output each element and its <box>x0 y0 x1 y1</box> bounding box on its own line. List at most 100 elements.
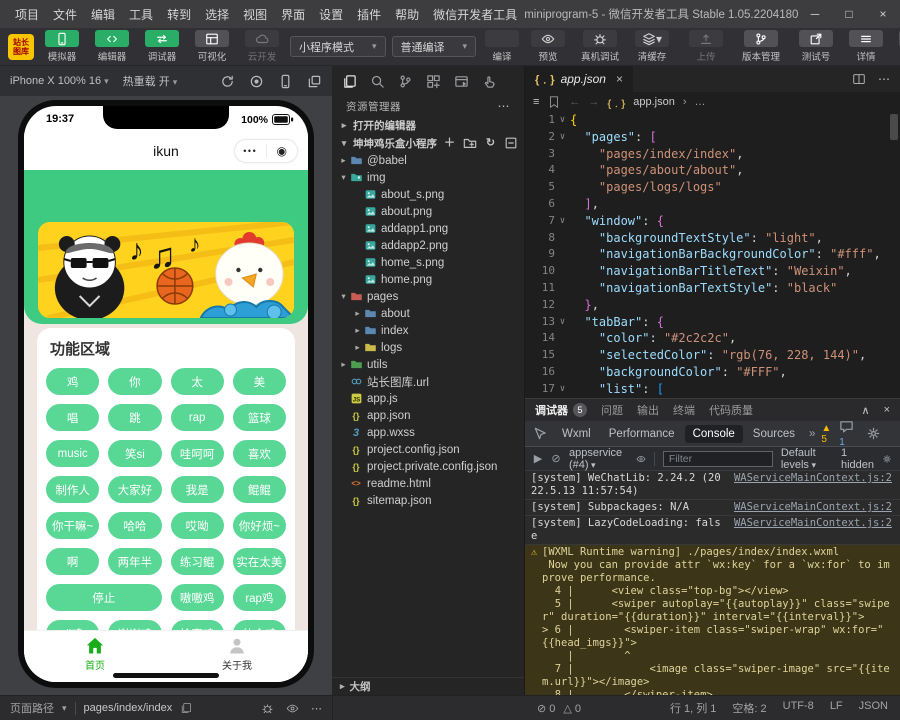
menubar-item[interactable]: 项目 <box>8 6 46 23</box>
minimize-button[interactable]: ─ <box>798 0 832 28</box>
toolbar-button-cloud-dev[interactable]: 云开发 <box>240 30 284 63</box>
tree-item[interactable]: {}project.private.config.json <box>332 458 524 475</box>
toolbar-button-visualization[interactable]: 可视化 <box>190 30 234 63</box>
toolbar-button-test-account[interactable]: 测试号 <box>794 30 838 63</box>
sound-button[interactable]: 哎呦 <box>171 512 224 539</box>
devtools-menu-icon[interactable]: ⋮ <box>893 427 900 441</box>
inspect-element-icon[interactable] <box>533 426 548 441</box>
tree-item[interactable]: 3app.wxss <box>332 424 524 441</box>
tree-item[interactable]: {}sitemap.json <box>332 492 524 509</box>
tree-item[interactable]: addapp2.png <box>332 237 524 254</box>
compile-mode-select[interactable]: 普通编译▾ <box>392 36 477 57</box>
tree-item[interactable]: {}app.json <box>332 407 524 424</box>
source-control-view-icon[interactable] <box>398 74 413 89</box>
popout-simulator-icon[interactable] <box>307 74 322 89</box>
sound-button[interactable]: 你干嘛~ <box>46 512 99 539</box>
sound-button[interactable]: 嗷嗷鸡 <box>171 584 224 611</box>
bookmark-icon[interactable] <box>547 95 561 109</box>
more-dots-icon[interactable]: ••• <box>235 146 266 156</box>
devtools-tab-sources[interactable]: Sources <box>745 425 803 443</box>
nav-back-icon[interactable]: ← <box>569 96 580 108</box>
menubar-item[interactable]: 帮助 <box>388 6 426 23</box>
fold-icon[interactable] <box>555 330 570 347</box>
tab-app-json[interactable]: {﹒} app.json × <box>525 66 634 92</box>
close-panel-icon[interactable]: × <box>884 404 890 417</box>
sound-button[interactable]: 美 <box>233 368 286 395</box>
menubar-item[interactable]: 微信开发者工具 <box>426 6 524 23</box>
toolbar-button-compile[interactable]: undefined编译 <box>482 30 522 63</box>
error-count[interactable]: ⊘ 0 <box>537 702 555 715</box>
tab-终端[interactable]: 终端 <box>673 402 695 418</box>
sound-button[interactable]: 实在太美 <box>233 548 286 575</box>
clear-console-icon[interactable]: ⊘ <box>551 452 561 466</box>
toolbar-button-messages[interactable]: 消息 <box>894 30 900 63</box>
hot-reload-toggle[interactable]: 热重载 开▾ <box>123 73 178 89</box>
status-segment[interactable]: 空格: 2 <box>732 700 766 716</box>
page-path-label[interactable]: 页面路径 <box>10 700 54 716</box>
fold-icon[interactable] <box>555 196 570 213</box>
tab-close-icon[interactable]: × <box>616 72 623 86</box>
toolbar-button-version-manage[interactable]: 版本管理 <box>734 30 788 63</box>
tab-代码质量[interactable]: 代码质量 <box>709 402 753 418</box>
split-editor-icon[interactable] <box>852 72 866 86</box>
devtools-tab-wxml[interactable]: Wxml <box>554 425 599 443</box>
banner-image[interactable]: ♪ ♫ ♪ <box>38 222 294 318</box>
tree-item[interactable]: ▸index <box>332 322 524 339</box>
sound-button[interactable]: 哇呵呵 <box>171 440 224 467</box>
sound-button[interactable]: 练习鲲 <box>171 548 224 575</box>
tree-item[interactable]: ▸utils <box>332 356 524 373</box>
devtools-tab-console[interactable]: Console <box>685 425 743 443</box>
tab-问题[interactable]: 问题 <box>601 402 623 418</box>
tabs-overflow-icon[interactable]: » <box>805 428 819 440</box>
code-editor[interactable]: 1∨{2∨ "pages": [3 "pages/index/index",4 … <box>525 112 900 398</box>
menubar-item[interactable]: 插件 <box>350 6 388 23</box>
page-path-value[interactable]: pages/index/index <box>84 702 173 714</box>
sound-button[interactable]: 大家好 <box>108 476 161 503</box>
menubar-item[interactable]: 选择 <box>198 6 236 23</box>
menubar-item[interactable]: 设置 <box>312 6 350 23</box>
fold-icon[interactable] <box>555 246 570 263</box>
copy-path-icon[interactable] <box>180 702 192 714</box>
fold-icon[interactable] <box>555 297 570 314</box>
sound-button[interactable]: 鲲鲲 <box>233 476 286 503</box>
mode-select[interactable]: 小程序模式▾ <box>290 36 386 57</box>
console-source-link[interactable]: WAServiceMainContext.js:2 <box>734 501 892 514</box>
status-segment[interactable]: UTF-8 <box>783 700 814 716</box>
outline-section[interactable]: ▸大纲 <box>332 677 524 695</box>
tree-item[interactable]: home_s.png <box>332 254 524 271</box>
fold-icon[interactable] <box>555 179 570 196</box>
toolbar-button-details[interactable]: 详情 <box>844 30 888 63</box>
explorer-view-icon[interactable] <box>342 74 357 89</box>
preview-view-icon[interactable] <box>454 74 469 89</box>
extensions-view-icon[interactable] <box>426 74 441 89</box>
device-selector[interactable]: iPhone X 100% 16▾ <box>10 75 109 87</box>
devtools-tab-performance[interactable]: Performance <box>601 425 683 443</box>
top-frame-icon[interactable]: ▶ <box>533 452 543 466</box>
fold-icon[interactable] <box>555 263 570 280</box>
tree-item[interactable]: {}project.config.json <box>332 441 524 458</box>
tab-debugger[interactable]: 调试器5 <box>535 402 587 418</box>
tree-item[interactable]: about.png <box>332 203 524 220</box>
menubar-item[interactable]: 编辑 <box>84 6 122 23</box>
fold-icon[interactable] <box>555 146 570 163</box>
outline-list-icon[interactable]: ≡ <box>533 96 539 108</box>
sound-button[interactable]: 鸡 <box>46 368 99 395</box>
tree-item[interactable]: ▾pages <box>332 288 524 305</box>
tree-item[interactable]: about_s.png <box>332 186 524 203</box>
fold-icon[interactable]: ∨ <box>555 381 570 398</box>
drag-view-icon[interactable] <box>482 74 497 89</box>
sound-button[interactable]: 篮球 <box>233 404 286 431</box>
tree-item[interactable]: <>readme.html <box>332 475 524 492</box>
menubar-item[interactable]: 工具 <box>122 6 160 23</box>
warning-count[interactable]: △ 0 <box>563 702 581 715</box>
toolbar-button-editor[interactable]: 编辑器 <box>90 30 134 63</box>
toolbar-button-clear-cache[interactable]: ▾清缓存 <box>632 30 672 63</box>
fold-icon[interactable]: ∨ <box>555 213 570 230</box>
sound-button[interactable]: 我是 <box>171 476 224 503</box>
exit-target-icon[interactable]: ◉ <box>267 144 298 158</box>
capsule-menu[interactable]: ••• ◉ <box>234 139 298 163</box>
menubar-item[interactable]: 文件 <box>46 6 84 23</box>
home-indicator[interactable] <box>113 673 219 678</box>
new-file-icon[interactable]: ＋ <box>443 137 456 150</box>
sound-button[interactable]: music <box>46 440 99 467</box>
